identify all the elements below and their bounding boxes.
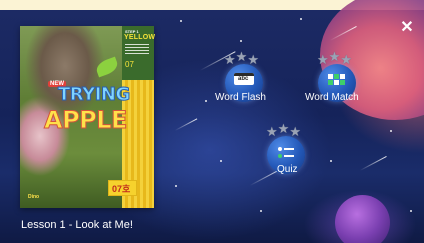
lesson-activity-screen: STEP 1 YELLOW 07 NEW TRYING APPLE 07호 Di… xyxy=(0,0,424,243)
star xyxy=(240,40,242,42)
star-icon: ★ xyxy=(224,52,236,67)
star-rating: ★ ★ ★ xyxy=(317,49,352,67)
quiz-label: Quiz xyxy=(277,164,298,175)
cover-title-line1: TRYING xyxy=(58,84,131,106)
star xyxy=(180,20,182,22)
star-rating: ★ ★ ★ xyxy=(266,121,301,139)
star xyxy=(260,210,262,212)
word-match-label: Word Match xyxy=(305,92,359,103)
star xyxy=(410,210,412,212)
cover-logo: Dino xyxy=(28,194,40,200)
star xyxy=(205,100,207,102)
star-icon: ★ xyxy=(328,49,341,64)
word-flash-button[interactable]: ★ ★ ★ abc Word Flash xyxy=(212,50,276,108)
star-rating: ★ ★ ★ xyxy=(224,49,259,67)
checklist-icon xyxy=(278,146,296,160)
cover-title-line2: APPLE xyxy=(44,106,128,135)
star-icon: ★ xyxy=(340,52,352,67)
star-icon: ★ xyxy=(277,121,290,136)
close-icon: ✕ xyxy=(400,19,414,36)
star xyxy=(390,130,392,132)
abc-card-icon: abc xyxy=(234,73,254,85)
star xyxy=(300,18,302,20)
star-icon: ★ xyxy=(317,52,329,67)
star-icon: ★ xyxy=(247,52,259,67)
purple-planet xyxy=(335,195,390,243)
shooting-star xyxy=(359,155,387,171)
star xyxy=(175,185,177,187)
star xyxy=(220,160,222,162)
lesson-title: Lesson 1 - Look at Me! xyxy=(21,219,133,231)
grid-match-icon xyxy=(328,74,346,86)
word-match-button[interactable]: ★ ★ ★ Word Match xyxy=(302,50,372,108)
cover-volume: 07 xyxy=(125,60,134,69)
word-flash-label: Word Flash xyxy=(215,92,266,103)
cover-text-lines xyxy=(125,44,149,56)
close-button[interactable]: ✕ xyxy=(399,20,415,36)
cover-level-label: YELLOW xyxy=(124,34,156,41)
star-icon: ★ xyxy=(266,124,278,139)
star xyxy=(330,160,332,162)
star-icon: ★ xyxy=(235,49,248,64)
shooting-star xyxy=(174,118,198,131)
issue-badge: 07호 xyxy=(112,184,131,194)
star-icon: ★ xyxy=(289,124,301,139)
quiz-button[interactable]: ★ ★ ★ Quiz xyxy=(262,122,312,180)
